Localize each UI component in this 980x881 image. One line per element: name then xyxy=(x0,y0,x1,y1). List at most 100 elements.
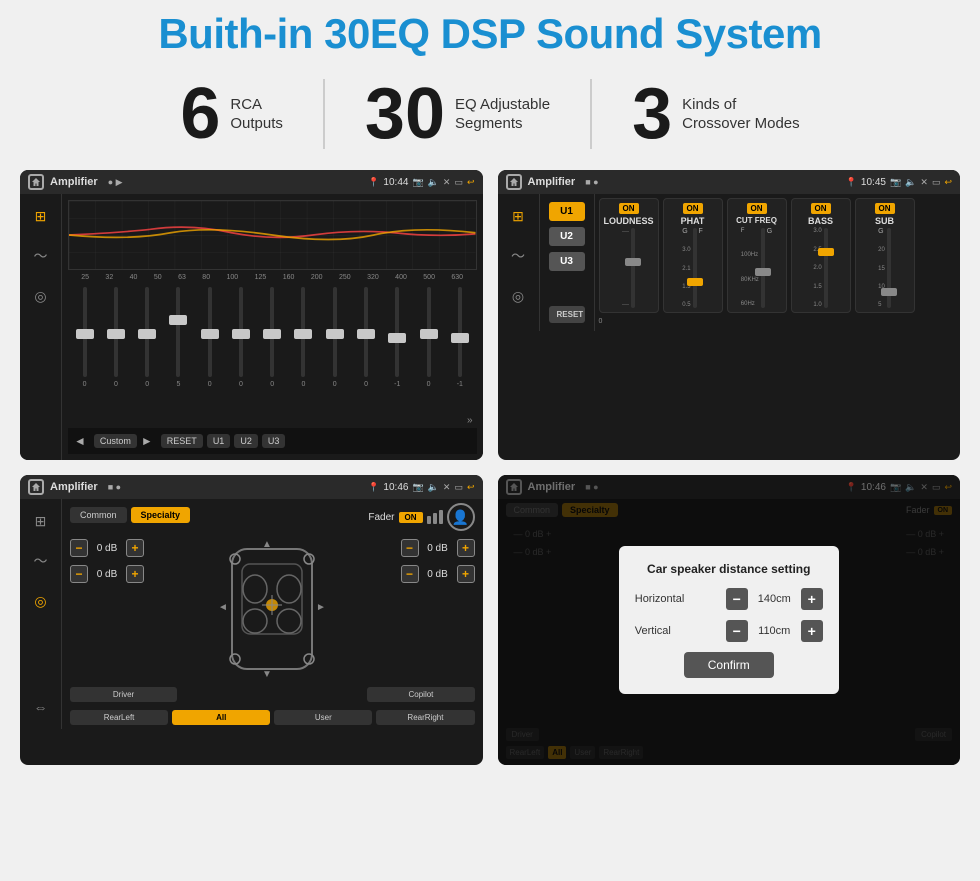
fader-db-tl: − 0 dB + xyxy=(70,539,144,557)
fader-plus-br[interactable]: + xyxy=(457,565,475,583)
dialog-confirm-button[interactable]: Confirm xyxy=(684,652,774,678)
dialog-vertical-value: 110cm xyxy=(752,625,797,637)
dialog-vertical-minus[interactable]: − xyxy=(726,620,748,642)
tab-common[interactable]: Common xyxy=(70,507,127,523)
cutfreq-slider[interactable]: F100Hz80KHz60Hz G xyxy=(741,227,772,308)
crossover-wave-icon[interactable]: 〜 xyxy=(504,242,532,270)
dialog-screen-card: Amplifier ■ ● 📍 10:46 📷 🔈 ✕ ▭ ↩ Common S… xyxy=(498,475,961,765)
eq-expand-icon[interactable]: » xyxy=(467,415,473,426)
crossover-modules-area: ON LOUDNESS —— ON PHAT G3 xyxy=(595,194,961,331)
eq-volume-icon: 🔈 xyxy=(428,177,439,188)
fader-value-bl: 0 dB xyxy=(92,569,122,580)
dialog-horizontal-plus[interactable]: + xyxy=(801,588,823,610)
fader-driver-btn[interactable]: Driver xyxy=(70,687,177,702)
eq-slider-12[interactable]: 0 xyxy=(414,287,443,411)
fader-status-bar: Amplifier ■ ● 📍 10:46 📷 🔈 ✕ ▭ ↩ xyxy=(20,475,483,499)
eq-slider-3[interactable]: 0 xyxy=(133,287,162,411)
bass-name: BASS xyxy=(808,216,833,226)
eq-slider-11[interactable]: -1 xyxy=(383,287,412,411)
crossover-status-bar: Amplifier ■ ● 📍 10:45 📷 🔈 ✕ ▭ ↩ xyxy=(498,170,961,194)
fader-speaker-icon[interactable]: ◎ xyxy=(27,587,55,615)
dialog-overlay: Car speaker distance setting Horizontal … xyxy=(498,475,961,765)
crossover-app-title: Amplifier xyxy=(528,176,576,188)
dialog-box: Car speaker distance setting Horizontal … xyxy=(619,546,839,694)
cutfreq-on-badge[interactable]: ON xyxy=(747,203,767,214)
eq-slider-5[interactable]: 0 xyxy=(195,287,224,411)
eq-slider-4[interactable]: 5 xyxy=(164,287,193,411)
crossover-speaker-icon[interactable]: ◎ xyxy=(504,282,532,310)
bass-slider[interactable]: 3.02.52.01.51.0 xyxy=(813,228,827,308)
fader-copilot-btn[interactable]: Copilot xyxy=(367,687,474,702)
eq-slider-2[interactable]: 0 xyxy=(101,287,130,411)
eq-slider-6[interactable]: 0 xyxy=(226,287,255,411)
sub-on-badge[interactable]: ON xyxy=(875,203,895,214)
bass-on-badge[interactable]: ON xyxy=(811,203,831,214)
eq-main-content: 2532 4050 6380 100125 160200 250320 4005… xyxy=(62,194,483,460)
svg-text:◄: ◄ xyxy=(218,602,228,613)
fader-minus-tr[interactable]: − xyxy=(401,539,419,557)
fader-minus-tl[interactable]: − xyxy=(70,539,88,557)
crossover-u2-btn[interactable]: U2 xyxy=(549,227,585,246)
fader-status-icons: 📍 10:46 📷 🔈 ✕ ▭ ↩ xyxy=(368,482,474,493)
fader-wave-icon[interactable]: 〜 xyxy=(27,547,55,575)
eq-slider-13[interactable]: -1 xyxy=(445,287,474,411)
fader-arrows-icon[interactable]: ⇔ xyxy=(27,693,55,721)
car-diagram-svg: ▲ ▼ ◄ ► xyxy=(217,539,327,679)
fader-minus-br[interactable]: − xyxy=(401,565,419,583)
crossover-dot-icons: ■ ● xyxy=(585,177,598,187)
fader-rearright-btn[interactable]: RearRight xyxy=(376,710,474,725)
fader-plus-tl[interactable]: + xyxy=(126,539,144,557)
fader-on-badge[interactable]: ON xyxy=(399,512,423,523)
fader-person-icon[interactable]: 👤 xyxy=(447,503,475,531)
fader-plus-tr[interactable]: + xyxy=(457,539,475,557)
fader-eq-icon[interactable]: ⊞ xyxy=(27,507,55,535)
tab-specialty[interactable]: Specialty xyxy=(131,507,191,523)
eq-app-title: Amplifier xyxy=(50,176,98,188)
phat-on-badge[interactable]: ON xyxy=(683,203,703,214)
eq-next-icon[interactable]: ► xyxy=(141,434,153,448)
dialog-horizontal-value: 140cm xyxy=(752,593,797,605)
crossover-camera-icon: 📷 xyxy=(890,177,901,188)
eq-reset-btn[interactable]: RESET xyxy=(161,434,203,448)
crossover-u1-btn[interactable]: U1 xyxy=(549,202,585,221)
dialog-horizontal-minus[interactable]: − xyxy=(726,588,748,610)
fader-value-tr: 0 dB xyxy=(423,543,453,554)
fader-time: 10:46 xyxy=(383,482,408,493)
eq-sidebar-speaker-icon[interactable]: ◎ xyxy=(27,282,55,310)
crossover-home-icon[interactable] xyxy=(506,174,522,190)
fader-minus-bl[interactable]: − xyxy=(70,565,88,583)
loudness-on-badge[interactable]: ON xyxy=(619,203,639,214)
loudness-slider[interactable]: —— xyxy=(622,228,635,308)
fader-rearleft-btn[interactable]: RearLeft xyxy=(70,710,168,725)
eq-home-icon[interactable] xyxy=(28,174,44,190)
fader-value-br: 0 dB xyxy=(423,569,453,580)
eq-u1-btn[interactable]: U1 xyxy=(207,434,231,448)
eq-slider-9[interactable]: 0 xyxy=(320,287,349,411)
svg-text:▼: ▼ xyxy=(262,669,272,679)
crossover-eq-icon[interactable]: ⊞ xyxy=(504,202,532,230)
phat-slider[interactable]: G3.02.11.30.5 F xyxy=(682,228,703,308)
eq-sidebar-wave-icon[interactable]: 〜 xyxy=(27,242,55,270)
fader-plus-bl[interactable]: + xyxy=(126,565,144,583)
eq-slider-1[interactable]: 0 xyxy=(70,287,99,411)
fader-home-icon[interactable] xyxy=(28,479,44,495)
dialog-vertical-plus[interactable]: + xyxy=(801,620,823,642)
eq-slider-10[interactable]: 0 xyxy=(351,287,380,411)
fader-app-title: Amplifier xyxy=(50,481,98,493)
dialog-vertical-label: Vertical xyxy=(635,625,695,637)
fader-user-btn[interactable]: User xyxy=(274,710,372,725)
sub-name: SUB xyxy=(875,216,894,226)
eq-u3-btn[interactable]: U3 xyxy=(262,434,286,448)
eq-prev-icon[interactable]: ◄ xyxy=(74,434,86,448)
eq-custom-btn[interactable]: Custom xyxy=(94,434,137,448)
fader-all-btn[interactable]: All xyxy=(172,710,270,725)
crossover-reset-btn[interactable]: RESET xyxy=(549,306,585,323)
eq-u2-btn[interactable]: U2 xyxy=(234,434,258,448)
sub-slider[interactable]: G2015105 xyxy=(878,228,891,308)
eq-sidebar-eq-icon[interactable]: ⊞ xyxy=(27,202,55,230)
eq-slider-8[interactable]: 0 xyxy=(289,287,318,411)
crossover-u3-btn[interactable]: U3 xyxy=(549,252,585,271)
stat-text-rca: RCAOutputs xyxy=(230,95,283,134)
eq-bottom-bar: ◄ Custom ► RESET U1 U2 U3 xyxy=(68,428,477,454)
eq-slider-7[interactable]: 0 xyxy=(258,287,287,411)
